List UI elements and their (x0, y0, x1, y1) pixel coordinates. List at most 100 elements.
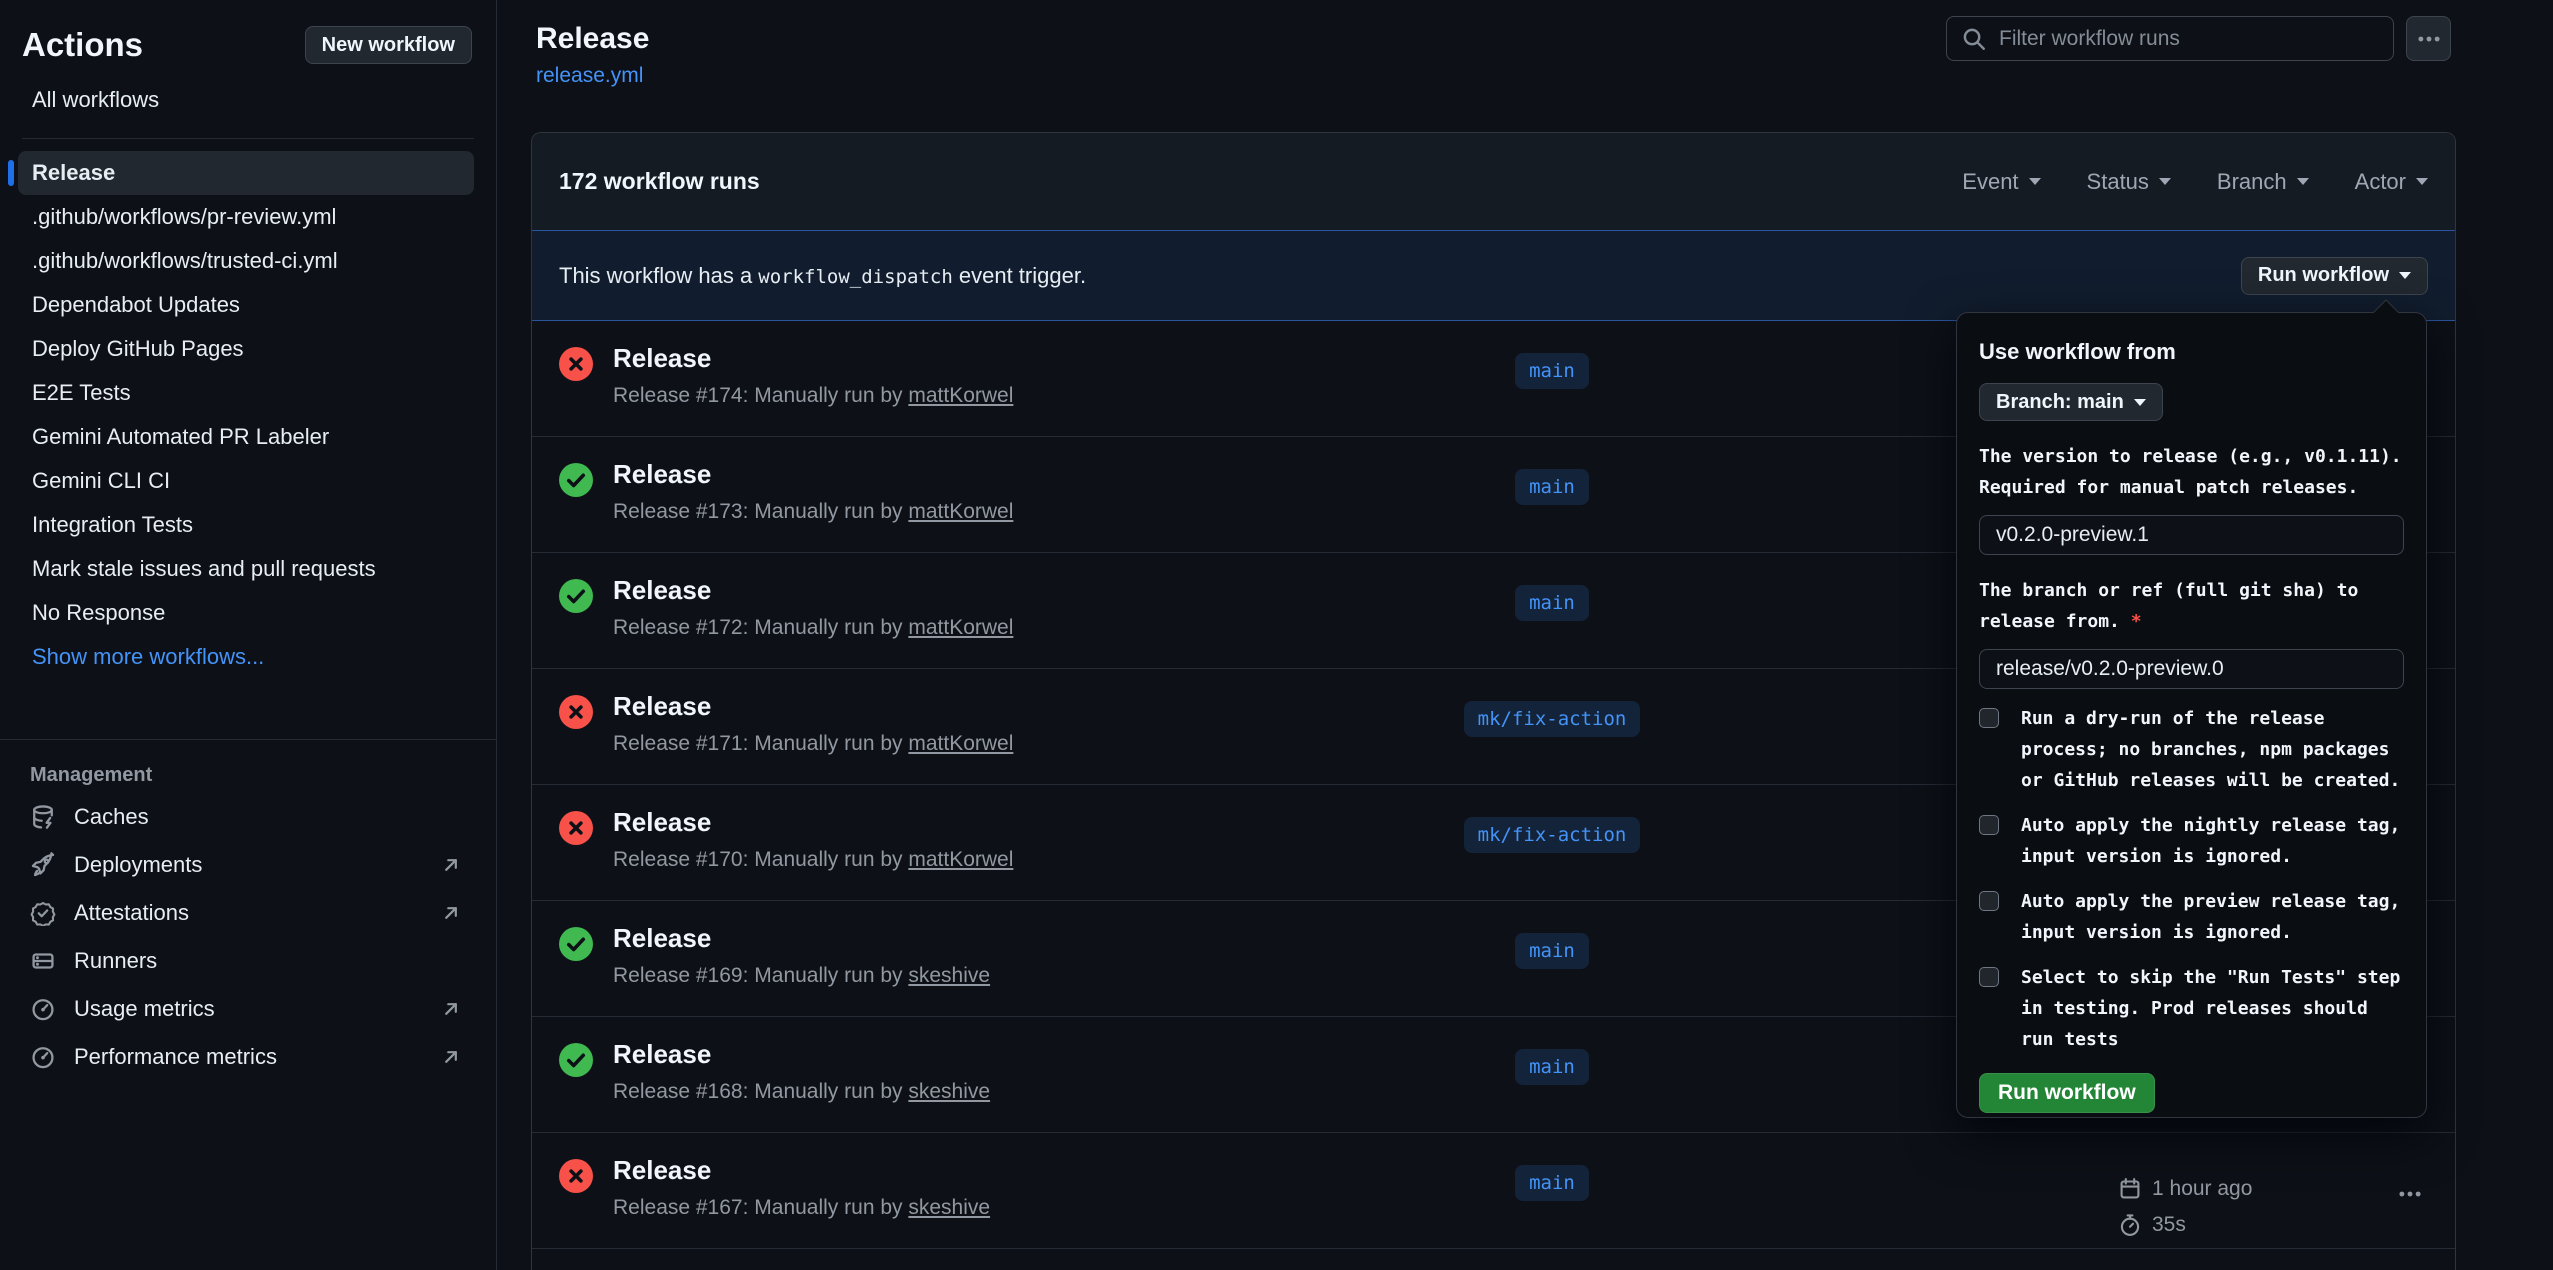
sidebar-item-workflow[interactable]: Deploy GitHub Pages (18, 327, 474, 371)
branch-badge[interactable]: mk/fix-action (1464, 817, 1641, 853)
branch-badge[interactable]: main (1515, 933, 1589, 969)
branch-badge[interactable]: mk/fix-action (1464, 701, 1641, 737)
runs-count: 172 workflow runs (559, 168, 760, 195)
runs-card-header: 172 workflow runs Event Status Branch (532, 133, 2455, 230)
run-actor-link[interactable]: mattKorwel (908, 384, 1013, 407)
run-description: Release #171: Manually run by mattKorwel (613, 732, 1013, 756)
run-actor-link[interactable]: mattKorwel (908, 616, 1013, 639)
kebab-icon (2397, 1181, 2423, 1207)
run-title-link[interactable]: Release (613, 343, 1013, 374)
branch-badge[interactable]: main (1515, 585, 1589, 621)
divider (22, 138, 474, 139)
run-start-time: 1 hour ago (2118, 1177, 2252, 1201)
run-description: Release #172: Manually run by mattKorwel (613, 616, 1013, 640)
run-title-link[interactable]: Release (613, 459, 1013, 490)
run-actor-link[interactable]: mattKorwel (908, 500, 1013, 523)
filter-dropdown-label: Branch (2217, 169, 2287, 195)
branch-badge-slot: main (1422, 1165, 1682, 1201)
sidebar-item-management[interactable]: Usage metrics (18, 985, 474, 1033)
x-circle-fill-icon (559, 1159, 593, 1193)
chevron-down-icon (2297, 178, 2309, 185)
sidebar-item-workflow[interactable]: .github/workflows/trusted-ci.yml (18, 239, 474, 283)
sidebar-item-workflow[interactable]: Release (18, 151, 474, 195)
run-actor-link[interactable]: mattKorwel (908, 848, 1013, 871)
run-title-link[interactable]: Release (613, 1155, 990, 1186)
sidebar-item-label: .github/workflows/pr-review.yml (32, 204, 336, 230)
management-item-icon (30, 852, 56, 878)
run-title-link[interactable]: Release (613, 923, 990, 954)
sidebar-item-all-workflows[interactable]: All workflows (18, 78, 474, 122)
run-actor-link[interactable]: skeshive (908, 964, 990, 987)
branch-badge[interactable]: main (1515, 1165, 1589, 1201)
run-title-link[interactable]: Release (613, 575, 1013, 606)
sidebar-item-workflow[interactable]: Mark stale issues and pull requests (18, 547, 474, 591)
run-title-link[interactable]: Release (613, 691, 1013, 722)
sidebar-item-workflow[interactable]: Integration Tests (18, 503, 474, 547)
show-more-workflows-link[interactable]: Show more workflows... (18, 635, 474, 679)
run-info: Release Release #168: Manually run by sk… (613, 1039, 990, 1104)
run-duration: 35s (2118, 1213, 2252, 1237)
sidebar-item-workflow[interactable]: Dependabot Updates (18, 283, 474, 327)
filter-dropdown-label: Event (1962, 169, 2018, 195)
github-actions-page: Actions New workflow All workflows Relea… (0, 0, 2553, 1270)
run-options-button[interactable] (2388, 1177, 2432, 1211)
management-header: Management (0, 740, 496, 793)
management-item-label: Deployments (74, 852, 202, 878)
run-title-link[interactable]: Release (613, 807, 1013, 838)
run-description: Release #174: Manually run by mattKorwel (613, 384, 1013, 408)
page-title: Actions (22, 26, 143, 64)
chevron-down-icon (2159, 178, 2171, 185)
checkbox[interactable] (1979, 967, 1999, 987)
calendar-icon (2118, 1177, 2142, 1201)
filter-dropdown[interactable]: Actor (2355, 169, 2428, 195)
sidebar-item-workflow[interactable]: No Response (18, 591, 474, 635)
filter-dropdown[interactable]: Event (1962, 169, 2040, 195)
sidebar-item-workflow[interactable]: Gemini CLI CI (18, 459, 474, 503)
sidebar-item-management[interactable]: Attestations (18, 889, 474, 937)
filter-dropdown[interactable]: Status (2087, 169, 2171, 195)
branch-badge-slot: mk/fix-action (1422, 817, 1682, 853)
branch-badge[interactable]: main (1515, 469, 1589, 505)
chevron-down-icon (2134, 399, 2146, 406)
run-title-link[interactable]: Release (613, 1039, 990, 1070)
checkbox[interactable] (1979, 891, 1999, 911)
management-item-label: Attestations (74, 900, 189, 926)
checkbox[interactable] (1979, 708, 1999, 728)
sidebar-item-workflow[interactable]: .github/workflows/pr-review.yml (18, 195, 474, 239)
filter-dropdown-label: Status (2087, 169, 2149, 195)
sidebar-item-workflow[interactable]: E2E Tests (18, 371, 474, 415)
workflow-title: Release (536, 22, 649, 56)
sidebar-item-management[interactable]: Deployments (18, 841, 474, 889)
workflow-options-button[interactable] (2406, 16, 2451, 61)
check-circle-fill-icon (559, 927, 593, 961)
workflow-nav: All workflows Release .github/workflows/… (0, 78, 496, 679)
branch-selector-button[interactable]: Branch: main (1979, 383, 2163, 421)
workflow-run-row[interactable]: Release Release #167: Manually run by sk… (532, 1133, 2455, 1249)
filter-workflow-runs-box[interactable] (1946, 16, 2394, 61)
sidebar-item-management[interactable]: Caches (18, 793, 474, 841)
workflow-file-link[interactable]: release.yml (536, 64, 643, 88)
banner-text: This workflow has a workflow_dispatch ev… (559, 263, 1086, 289)
sidebar-item-workflow[interactable]: Gemini Automated PR Labeler (18, 415, 474, 459)
run-actor-link[interactable]: skeshive (908, 1196, 990, 1219)
run-workflow-dropdown-button[interactable]: Run workflow (2241, 257, 2428, 295)
filter-dropdown[interactable]: Branch (2217, 169, 2309, 195)
workflow-input-field: The version to release (e.g., v0.1.11). … (1979, 441, 2404, 555)
checkbox[interactable] (1979, 815, 1999, 835)
branch-badge[interactable]: main (1515, 1049, 1589, 1085)
filter-workflow-runs-input[interactable] (1999, 27, 2379, 51)
sidebar-item-management[interactable]: Runners (18, 937, 474, 985)
sidebar-item-management[interactable]: Performance metrics (18, 1033, 474, 1081)
workflow-input[interactable] (1979, 649, 2404, 689)
run-info: Release Release #172: Manually run by ma… (613, 575, 1013, 640)
run-workflow-submit-button[interactable]: Run workflow (1979, 1073, 2155, 1113)
checkbox-row: Auto apply the preview release tag, inpu… (1979, 886, 2404, 948)
checkbox-label: Select to skip the "Run Tests" step in t… (2021, 962, 2404, 1055)
run-actor-link[interactable]: skeshive (908, 1080, 990, 1103)
new-workflow-button[interactable]: New workflow (305, 26, 472, 64)
run-actor-link[interactable]: mattKorwel (908, 732, 1013, 755)
workflow-input[interactable] (1979, 515, 2404, 555)
branch-badge[interactable]: main (1515, 353, 1589, 389)
sidebar-item-label: Dependabot Updates (32, 292, 240, 318)
branch-badge-slot: mk/fix-action (1422, 701, 1682, 737)
